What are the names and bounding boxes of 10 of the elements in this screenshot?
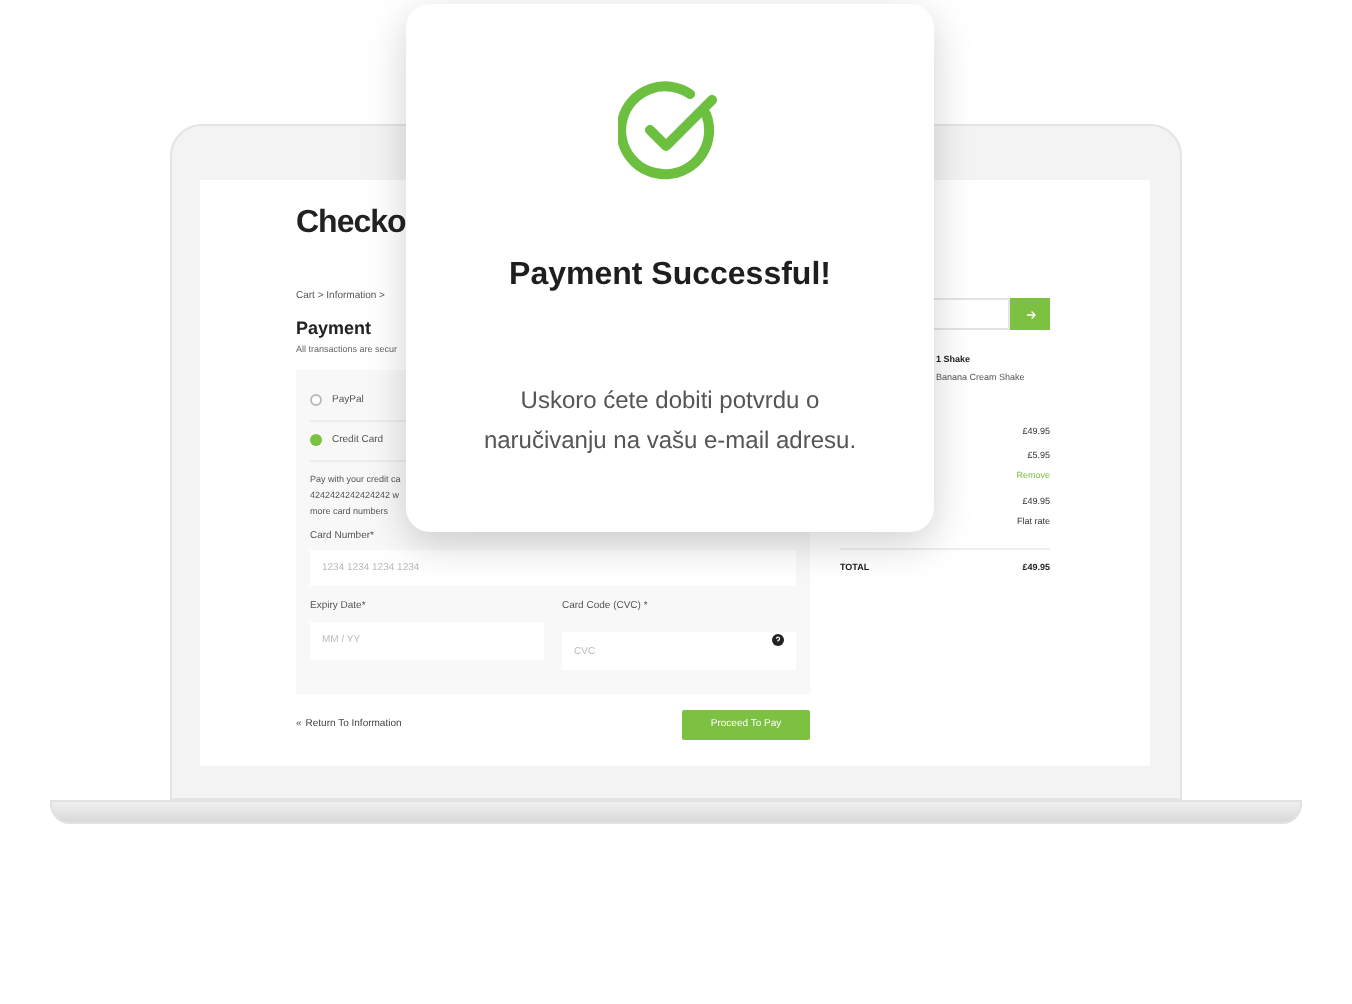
apply-button[interactable] xyxy=(1010,298,1050,330)
modal-message: Uskoro ćete dobiti potvrdu o naručivanju na vašu e-mail adresu. xyxy=(481,384,859,458)
help-icon xyxy=(772,634,784,647)
check-circle-icon xyxy=(618,80,722,184)
page-heading: Checko xyxy=(296,204,406,244)
modal-title: Payment Successful! xyxy=(509,256,831,296)
section-title: Payment xyxy=(296,315,372,342)
radio-button[interactable] xyxy=(310,394,322,407)
radio-button[interactable] xyxy=(310,434,322,447)
arrow-icon xyxy=(1025,309,1035,319)
